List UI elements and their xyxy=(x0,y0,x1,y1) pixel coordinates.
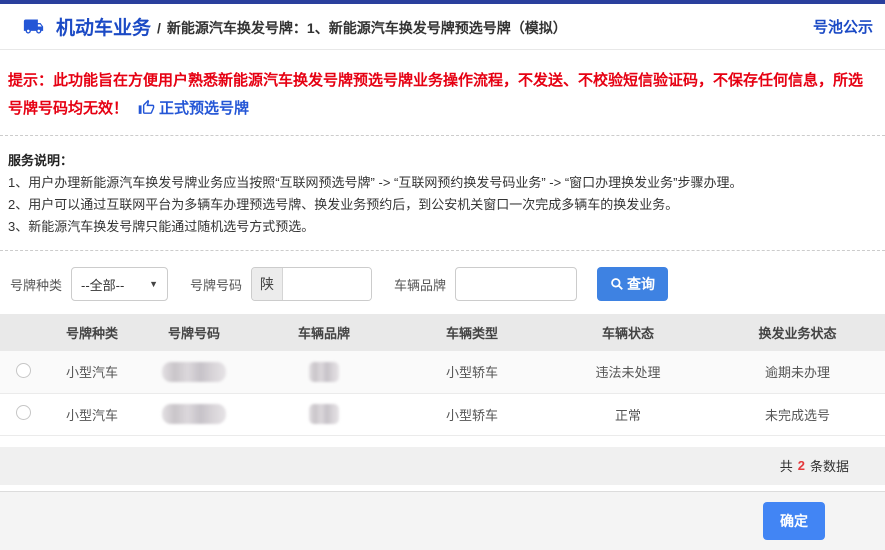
redacted-plate-number xyxy=(162,404,226,424)
cell-brand xyxy=(250,393,398,435)
select-column-header xyxy=(0,314,46,351)
official-preselect-link[interactable]: 正式预选号牌 xyxy=(159,100,249,117)
cell-plate-type: 小型汽车 xyxy=(46,393,138,435)
record-count-bar: 共 2 条数据 xyxy=(0,447,885,485)
confirm-button[interactable]: 确定 xyxy=(763,502,825,540)
col-plate-number: 号牌号码 xyxy=(138,314,250,351)
chevron-down-icon: ▼ xyxy=(149,279,158,289)
redacted-brand xyxy=(309,404,339,424)
col-business-status: 换发业务状态 xyxy=(710,314,885,351)
breadcrumb-separator: / xyxy=(157,20,161,36)
truck-icon xyxy=(20,16,47,37)
search-button-label: 查询 xyxy=(627,274,655,294)
plate-pool-link[interactable]: 号池公示 xyxy=(813,16,873,37)
plate-type-label: 号牌种类 xyxy=(10,275,62,294)
search-button[interactable]: 查询 xyxy=(597,267,668,301)
table-header-row: 号牌种类 号牌号码 车辆品牌 车辆类型 车辆状态 换发业务状态 xyxy=(0,314,885,351)
table-row: 小型汽车 小型轿车 违法未处理 逾期未办理 xyxy=(0,351,885,393)
cell-plate-number xyxy=(138,393,250,435)
plate-number-input[interactable] xyxy=(283,268,371,300)
redacted-brand xyxy=(309,362,339,382)
col-vehicle-type: 车辆类型 xyxy=(398,314,546,351)
divider xyxy=(0,135,885,136)
plate-type-select[interactable]: --全部-- ▼ xyxy=(71,267,168,301)
redacted-plate-number xyxy=(162,362,226,382)
cell-vehicle-status: 正常 xyxy=(546,393,710,435)
cell-plate-number xyxy=(138,351,250,393)
cell-vehicle-status: 违法未处理 xyxy=(546,351,710,393)
page-footer: 确定 xyxy=(0,491,885,550)
plate-number-label: 号牌号码 xyxy=(190,275,242,294)
page-title: 机动车业务 xyxy=(56,13,151,40)
page-header: 机动车业务 / 新能源汽车换发号牌：1、新能源汽车换发号牌预选号牌（模拟） 号池… xyxy=(0,4,885,50)
row-select-radio[interactable] xyxy=(16,405,31,420)
service-notes-heading: 服务说明： xyxy=(8,150,875,172)
service-notes: 服务说明： 1、用户办理新能源汽车换发号牌业务应当按照“互联网预选号牌” -> … xyxy=(8,150,875,238)
row-select-radio[interactable] xyxy=(16,363,31,378)
count-prefix: 共 xyxy=(780,456,793,475)
col-vehicle-status: 车辆状态 xyxy=(546,314,710,351)
service-note-3: 3、新能源汽车换发号牌只能通过随机选号方式预选。 xyxy=(8,216,875,238)
cell-brand xyxy=(250,351,398,393)
province-prefix: 陕 xyxy=(252,268,283,300)
count-suffix: 条数据 xyxy=(810,456,849,475)
filter-bar: 号牌种类 --全部-- ▼ 号牌号码 陕 车辆品牌 查询 xyxy=(0,251,885,314)
thumbs-up-icon xyxy=(138,99,155,116)
brand-label: 车辆品牌 xyxy=(394,275,446,294)
col-brand: 车辆品牌 xyxy=(250,314,398,351)
page: 机动车业务 / 新能源汽车换发号牌：1、新能源汽车换发号牌预选号牌（模拟） 号池… xyxy=(0,0,885,550)
service-note-1: 1、用户办理新能源汽车换发号牌业务应当按照“互联网预选号牌” -> “互联网预约… xyxy=(8,172,875,194)
cell-business-status: 逾期未办理 xyxy=(710,351,885,393)
col-plate-type: 号牌种类 xyxy=(46,314,138,351)
service-note-2: 2、用户可以通过互联网平台为多辆车办理预选号牌、换发业务预约后，到公安机关窗口一… xyxy=(8,194,875,216)
search-icon xyxy=(610,277,624,291)
vehicle-table: 号牌种类 号牌号码 车辆品牌 车辆类型 车辆状态 换发业务状态 小型汽车 小型轿… xyxy=(0,314,885,436)
table-row: 小型汽车 小型轿车 正常 未完成选号 xyxy=(0,393,885,435)
record-count: 2 xyxy=(798,458,805,473)
notice-text: 提示：此功能旨在方便用户熟悉新能源汽车换发号牌预选号牌业务操作流程，不发送、不校… xyxy=(8,72,863,117)
breadcrumb: 新能源汽车换发号牌：1、新能源汽车换发号牌预选号牌（模拟） xyxy=(167,18,567,38)
cell-business-status: 未完成选号 xyxy=(710,393,885,435)
simulation-notice: 提示：此功能旨在方便用户熟悉新能源汽车换发号牌预选号牌业务操作流程，不发送、不校… xyxy=(8,67,875,123)
plate-number-group: 陕 xyxy=(251,267,372,301)
cell-vehicle-type: 小型轿车 xyxy=(398,393,546,435)
cell-vehicle-type: 小型轿车 xyxy=(398,351,546,393)
plate-type-selected-value: --全部-- xyxy=(81,275,124,294)
cell-plate-type: 小型汽车 xyxy=(46,351,138,393)
brand-input[interactable] xyxy=(455,267,577,301)
